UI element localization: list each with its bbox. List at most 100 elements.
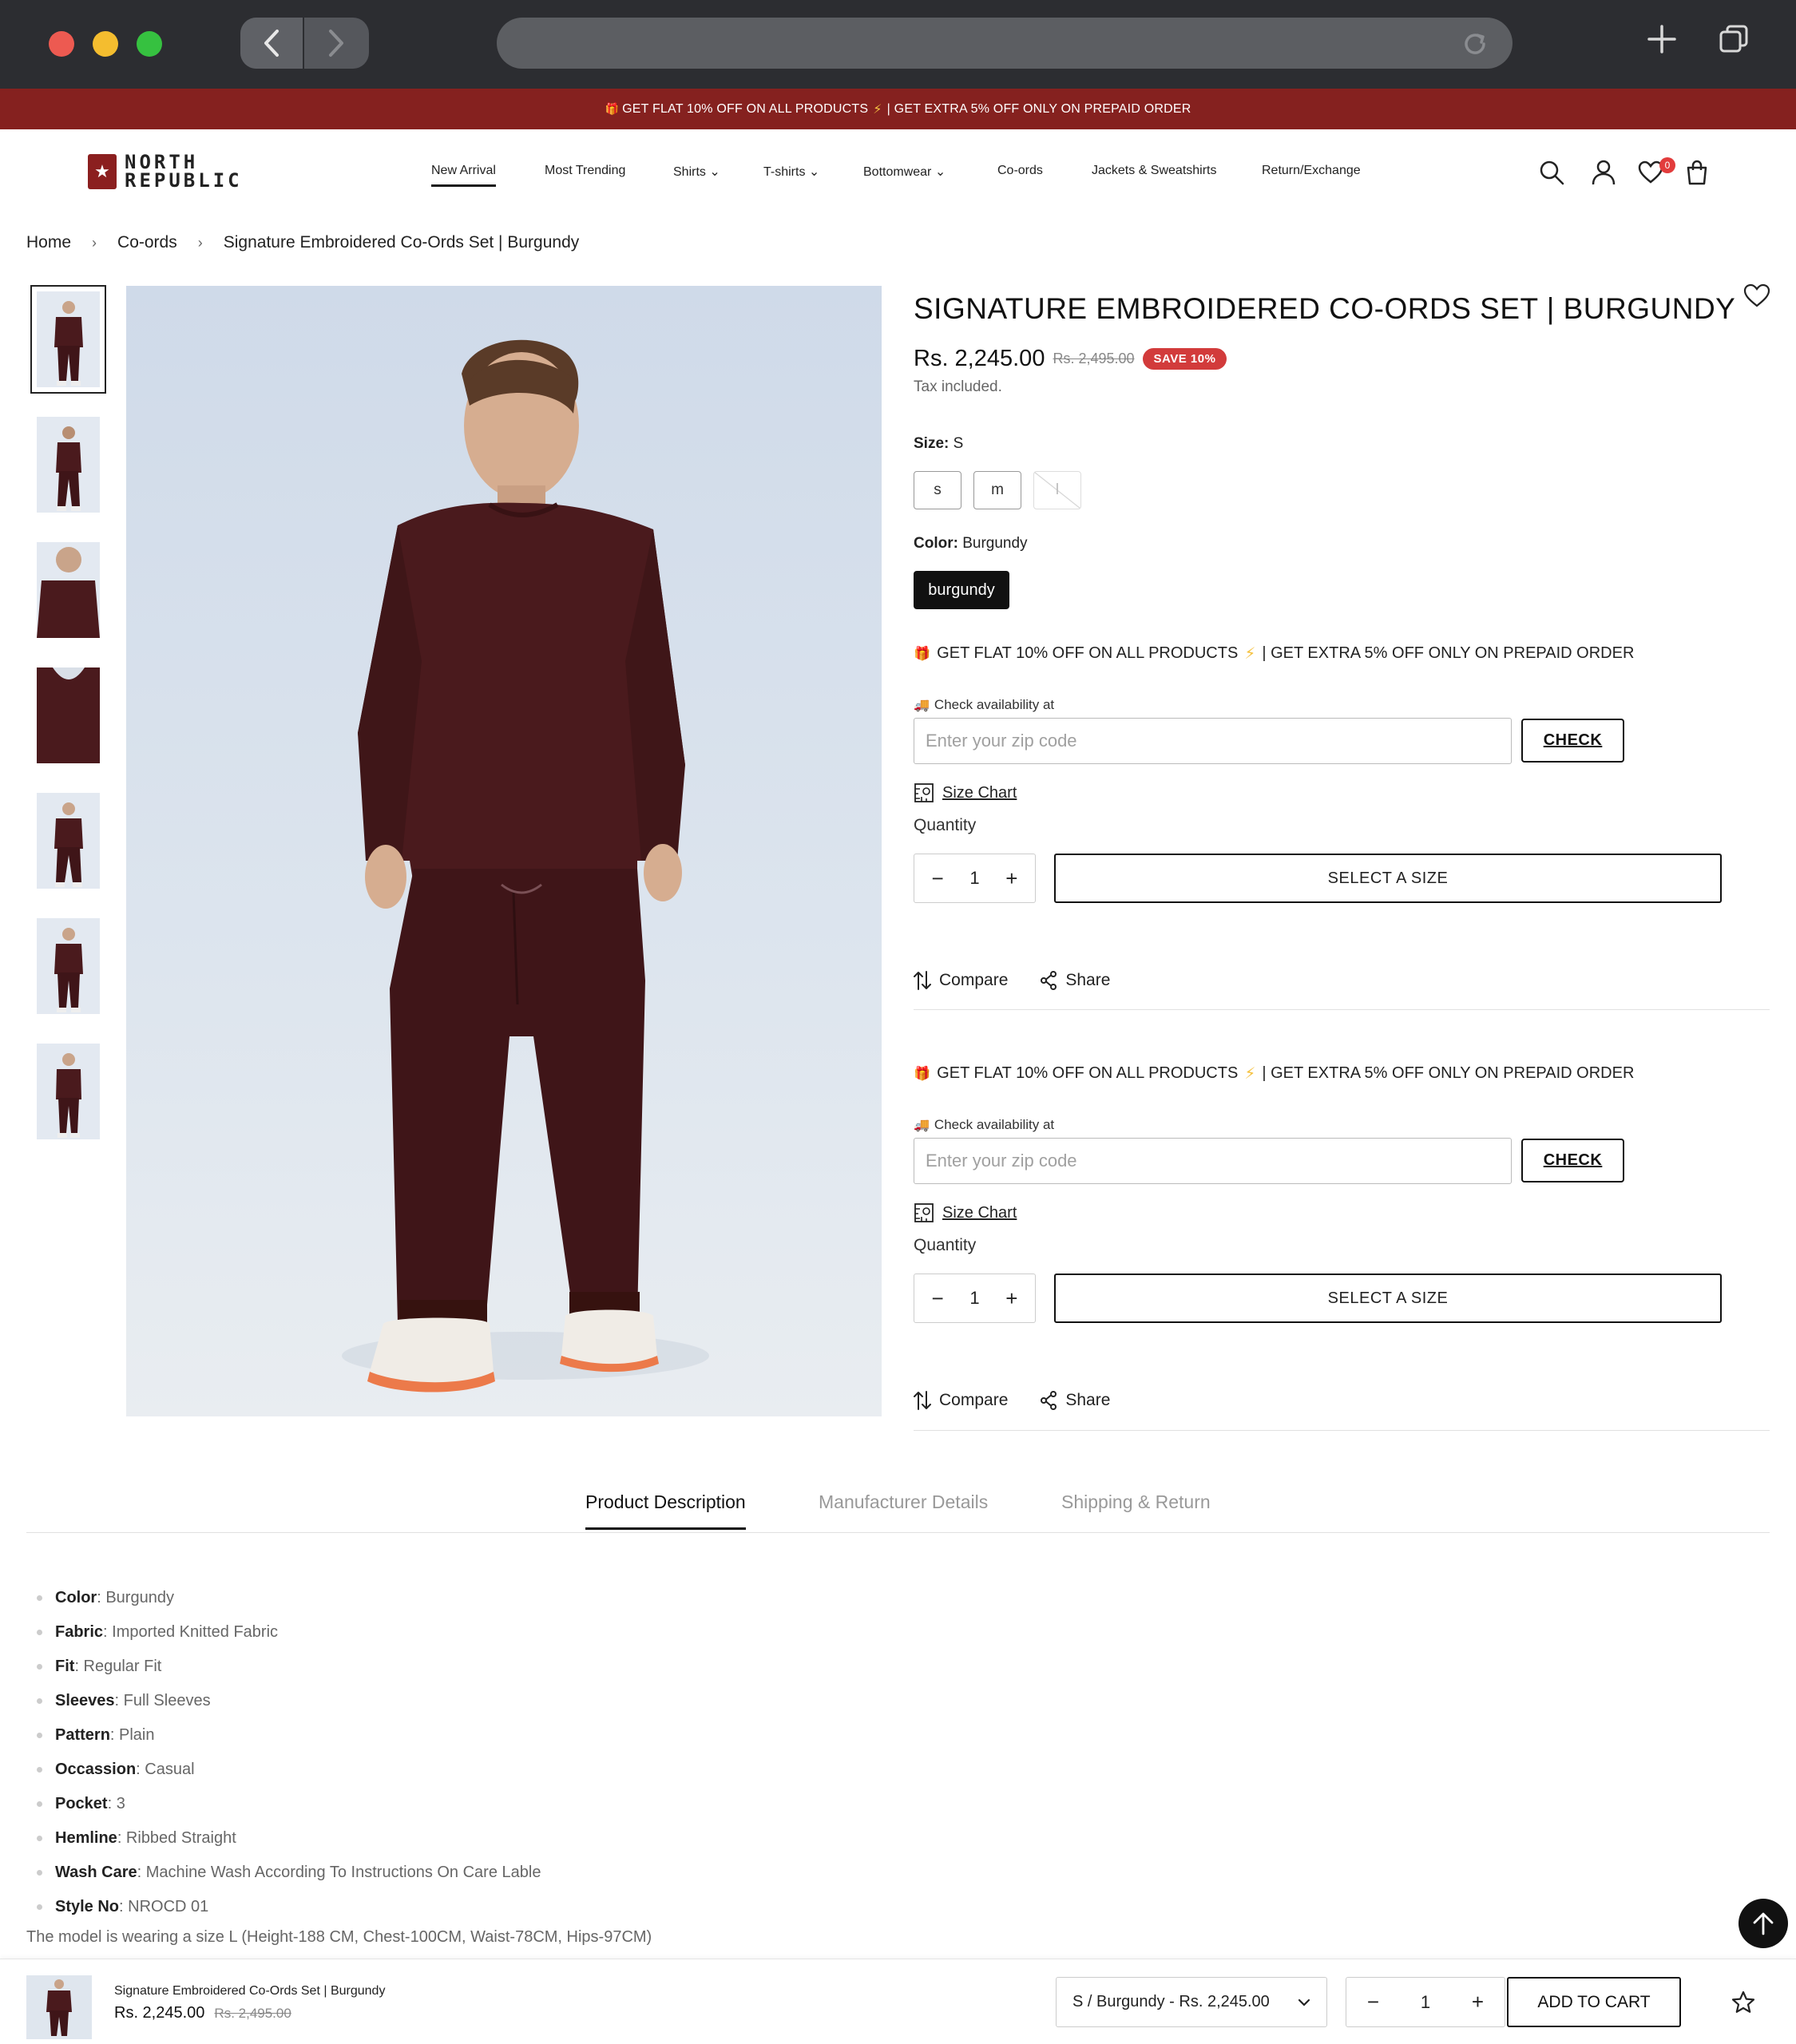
decrease-quantity-button[interactable]: −: [923, 1286, 952, 1311]
minimize-window-button[interactable]: [93, 31, 118, 57]
compare-button[interactable]: Compare: [914, 1390, 1008, 1411]
size-option-l[interactable]: l: [1033, 471, 1081, 509]
new-tab-icon[interactable]: [1647, 24, 1677, 54]
history-nav: [240, 18, 369, 69]
decrease-quantity-button[interactable]: −: [923, 866, 952, 891]
nav-jackets-sweatshirts[interactable]: Jackets & Sweatshirts: [1092, 164, 1217, 178]
close-window-button[interactable]: [49, 31, 74, 57]
zip-code-input[interactable]: [914, 718, 1512, 764]
quantity-value[interactable]: 1: [969, 868, 979, 889]
color-option-burgundy[interactable]: burgundy: [914, 571, 1009, 609]
offer-line: 🎁 GET FLAT 10% OFF ON ALL PRODUCTS ⚡ | G…: [914, 1064, 1634, 1083]
add-to-cart-button[interactable]: ADD TO CART: [1507, 1977, 1681, 2027]
increase-quantity-button[interactable]: +: [997, 866, 1026, 891]
increase-quantity-button[interactable]: +: [997, 1286, 1026, 1311]
quantity-stepper: − 1 +: [914, 1274, 1036, 1323]
quantity-label: Quantity: [914, 1236, 977, 1254]
quantity-stepper: − 1 +: [914, 854, 1036, 903]
reload-icon[interactable]: [1461, 30, 1489, 57]
chevron-down-icon: ⌄: [808, 165, 820, 179]
share-button[interactable]: Share: [1040, 1390, 1110, 1411]
size-chart-link[interactable]: Size Chart: [914, 782, 1017, 803]
description-key: Hemline: [55, 1829, 117, 1847]
nav-shirts-label: Shirts: [673, 165, 706, 179]
description-value: : Casual: [136, 1761, 195, 1778]
size-option-s[interactable]: s: [914, 471, 961, 509]
forward-button[interactable]: [304, 18, 368, 69]
gallery-thumbnail[interactable]: [37, 1044, 100, 1139]
gallery-thumbnail[interactable]: [37, 793, 100, 889]
decrease-quantity-button[interactable]: −: [1367, 1990, 1379, 2014]
nav-bottomwear[interactable]: Bottomwear ⌄: [863, 164, 946, 180]
address-bar[interactable]: [497, 18, 1513, 69]
sticky-sale-price: Rs. 2,245.00: [114, 2004, 205, 2022]
sticky-price-row: Rs. 2,245.00 Rs. 2,495.00: [114, 2004, 291, 2022]
tabs-overview-icon[interactable]: [1719, 24, 1749, 54]
breadcrumb-category[interactable]: Co-ords: [117, 233, 177, 252]
main-product-image[interactable]: [126, 286, 882, 1416]
variant-select[interactable]: S / Burgundy - Rs. 2,245.00: [1056, 1977, 1327, 2027]
share-label: Share: [1065, 1391, 1111, 1409]
availability-label: 🚚 Check availability at: [914, 697, 1054, 713]
gallery-thumbnail[interactable]: [37, 417, 100, 513]
gift-icon: 🎁: [914, 1065, 931, 1081]
gallery-thumbnail[interactable]: [37, 667, 100, 763]
nav-new-arrival[interactable]: New Arrival: [431, 164, 496, 187]
zip-code-input[interactable]: [914, 1138, 1512, 1184]
quantity-value[interactable]: 1: [1421, 1992, 1430, 2013]
sticky-product-name: Signature Embroidered Co-Ords Set | Burg…: [114, 1984, 386, 1998]
nav-tshirts[interactable]: T-shirts ⌄: [763, 164, 819, 180]
offer-text-left: GET FLAT 10% OFF ON ALL PRODUCTS: [937, 644, 1239, 662]
nav-coords[interactable]: Co-ords: [997, 164, 1043, 178]
wishlist-count-badge: 0: [1659, 157, 1675, 173]
check-availability-button[interactable]: CHECK: [1521, 1139, 1624, 1182]
account-icon[interactable]: [1592, 160, 1616, 185]
availability-text: Check availability at: [934, 697, 1055, 712]
description-key: Color: [55, 1589, 97, 1606]
size-selected-value: S: [953, 435, 964, 452]
color-label-key: Color:: [914, 535, 958, 552]
list-item: Hemline: Ribbed Straight: [37, 1821, 541, 1856]
tab-shipping-return[interactable]: Shipping & Return: [1061, 1491, 1211, 1513]
nav-most-trending[interactable]: Most Trending: [545, 164, 625, 178]
breadcrumb-home[interactable]: Home: [26, 233, 71, 252]
scroll-to-top-button[interactable]: [1739, 1899, 1788, 1948]
search-icon[interactable]: [1539, 160, 1564, 185]
tab-manufacturer-details[interactable]: Manufacturer Details: [819, 1491, 988, 1513]
maximize-window-button[interactable]: [137, 31, 162, 57]
star-icon[interactable]: [1731, 1990, 1756, 2015]
select-size-button[interactable]: SELECT A SIZE: [1054, 854, 1722, 903]
gallery-thumbnail[interactable]: [37, 918, 100, 1014]
select-size-button[interactable]: SELECT A SIZE: [1054, 1274, 1722, 1323]
size-label: Size: S: [914, 435, 963, 453]
back-button[interactable]: [240, 18, 304, 69]
nav-tshirts-label: T-shirts: [763, 165, 806, 179]
compare-price: Rs. 2,495.00: [1053, 351, 1135, 366]
arrow-up-icon: [1753, 1912, 1774, 1935]
nav-return-exchange[interactable]: Return/Exchange: [1262, 164, 1361, 178]
save-badge: SAVE 10%: [1142, 348, 1227, 370]
quantity-value[interactable]: 1: [969, 1288, 979, 1309]
share-button[interactable]: Share: [1040, 970, 1110, 991]
gallery-thumbnail[interactable]: [30, 285, 106, 394]
check-availability-button[interactable]: CHECK: [1521, 719, 1624, 763]
tab-product-description[interactable]: Product Description: [585, 1491, 746, 1530]
color-label: Color: Burgundy: [914, 535, 1028, 553]
size-chart-text: Size Chart: [942, 783, 1017, 802]
model-thumbnail-image: [55, 1053, 81, 1138]
size-chart-link[interactable]: Size Chart: [914, 1202, 1017, 1223]
cart-bag-icon[interactable]: [1686, 160, 1708, 185]
size-option-m[interactable]: m: [973, 471, 1021, 509]
size-label-key: Size:: [914, 435, 950, 452]
sticky-add-to-cart-bar: Signature Embroidered Co-Ords Set | Burg…: [0, 1959, 1796, 2044]
model-thumbnail-image: [54, 928, 83, 1012]
increase-quantity-button[interactable]: +: [1472, 1990, 1484, 2014]
nav-bottomwear-label: Bottomwear: [863, 165, 932, 179]
chevron-down-icon: ⌄: [934, 165, 946, 179]
gallery-thumbnail[interactable]: [37, 542, 100, 638]
nav-shirts[interactable]: Shirts ⌄: [673, 164, 720, 180]
compare-button[interactable]: Compare: [914, 970, 1008, 991]
heart-icon[interactable]: [1743, 283, 1770, 308]
divider: [914, 1009, 1770, 1010]
model-wearing-coords-image: [342, 339, 709, 1392]
